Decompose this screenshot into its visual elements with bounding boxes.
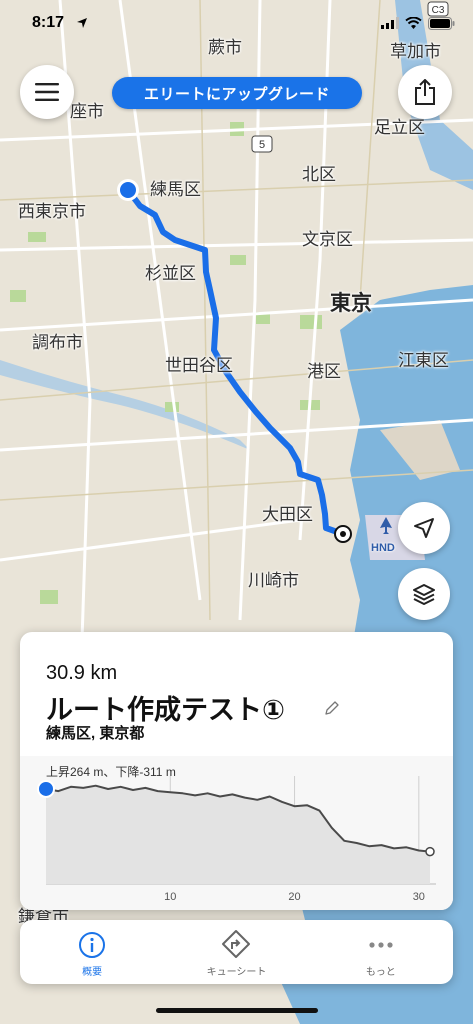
map-label-chofu: 調布市 bbox=[32, 333, 83, 352]
share-icon bbox=[415, 79, 435, 105]
tab-more[interactable]: もっと bbox=[309, 920, 453, 984]
layers-icon bbox=[413, 584, 435, 605]
svg-text:5: 5 bbox=[259, 139, 265, 151]
layers-button[interactable] bbox=[398, 568, 450, 620]
share-button[interactable] bbox=[398, 65, 452, 119]
map-label-airport: HND bbox=[371, 542, 395, 554]
route-distance: 30.9 km bbox=[46, 662, 118, 684]
elevation-start-marker bbox=[37, 779, 55, 798]
tab-cue-sheet-label: キューシート bbox=[206, 967, 267, 978]
tab-cue-sheet[interactable]: キューシート bbox=[164, 920, 308, 984]
tab-overview-label: 概要 bbox=[82, 967, 103, 978]
map-label-minato: 港区 bbox=[307, 362, 341, 381]
turn-directions-icon bbox=[222, 930, 251, 958]
route-location: 練馬区, 東京都 bbox=[46, 725, 145, 742]
map-label-nerima: 練馬区 bbox=[150, 180, 201, 199]
tab-overview[interactable]: 概要 bbox=[20, 920, 164, 984]
home-indicator bbox=[156, 1008, 318, 1013]
info-icon bbox=[79, 932, 106, 958]
map-label-nishitokyo: 西東京市 bbox=[18, 202, 86, 221]
location-services-icon bbox=[77, 18, 87, 28]
map-label-setagaya: 世田谷区 bbox=[165, 356, 233, 375]
edit-pencil-icon[interactable] bbox=[324, 700, 340, 716]
cellular-signal-icon bbox=[381, 17, 399, 29]
menu-button[interactable] bbox=[20, 65, 74, 119]
map-label-koto: 江東区 bbox=[398, 351, 449, 370]
elevation-end-marker bbox=[425, 846, 435, 857]
hamburger-icon bbox=[35, 83, 59, 101]
status-time: 8:17 bbox=[32, 14, 65, 31]
more-dots-icon bbox=[369, 942, 393, 948]
map-label-zashi: 座市 bbox=[70, 102, 104, 121]
wifi-icon bbox=[405, 17, 422, 29]
status-icons bbox=[381, 14, 455, 32]
upgrade-button[interactable]: エリートにアップグレード bbox=[112, 77, 362, 109]
map-label-suginami: 杉並区 bbox=[145, 264, 196, 283]
map-label-tokyo: 東京 bbox=[330, 292, 372, 315]
status-bar: 8:17 bbox=[0, 0, 473, 44]
battery-icon bbox=[428, 16, 455, 30]
elevation-x-tick-label: 20 bbox=[288, 891, 300, 903]
locate-button[interactable] bbox=[398, 502, 450, 554]
map-label-kawasaki: 川崎市 bbox=[248, 571, 299, 590]
tab-more-label: もっと bbox=[365, 967, 396, 978]
route-start-marker bbox=[120, 182, 136, 198]
elevation-x-tick-label: 30 bbox=[413, 891, 425, 903]
map-label-kita: 北区 bbox=[302, 165, 336, 184]
map-label-bunkyo: 文京区 bbox=[302, 230, 353, 249]
navigation-arrow-icon bbox=[414, 518, 434, 538]
route-summary-card[interactable]: 30.9 km ルート作成テスト① 練馬区, 東京都 10 20 30 上昇264 … bbox=[20, 632, 453, 910]
elevation-summary: 上昇264 m、下降-311 m bbox=[46, 765, 176, 779]
elevation-x-tick-label: 10 bbox=[164, 891, 176, 903]
map-label-ota: 大田区 bbox=[262, 505, 313, 524]
route-end-marker bbox=[340, 531, 346, 537]
bottom-tab-bar: 概要 キューシート もっと bbox=[20, 920, 453, 984]
